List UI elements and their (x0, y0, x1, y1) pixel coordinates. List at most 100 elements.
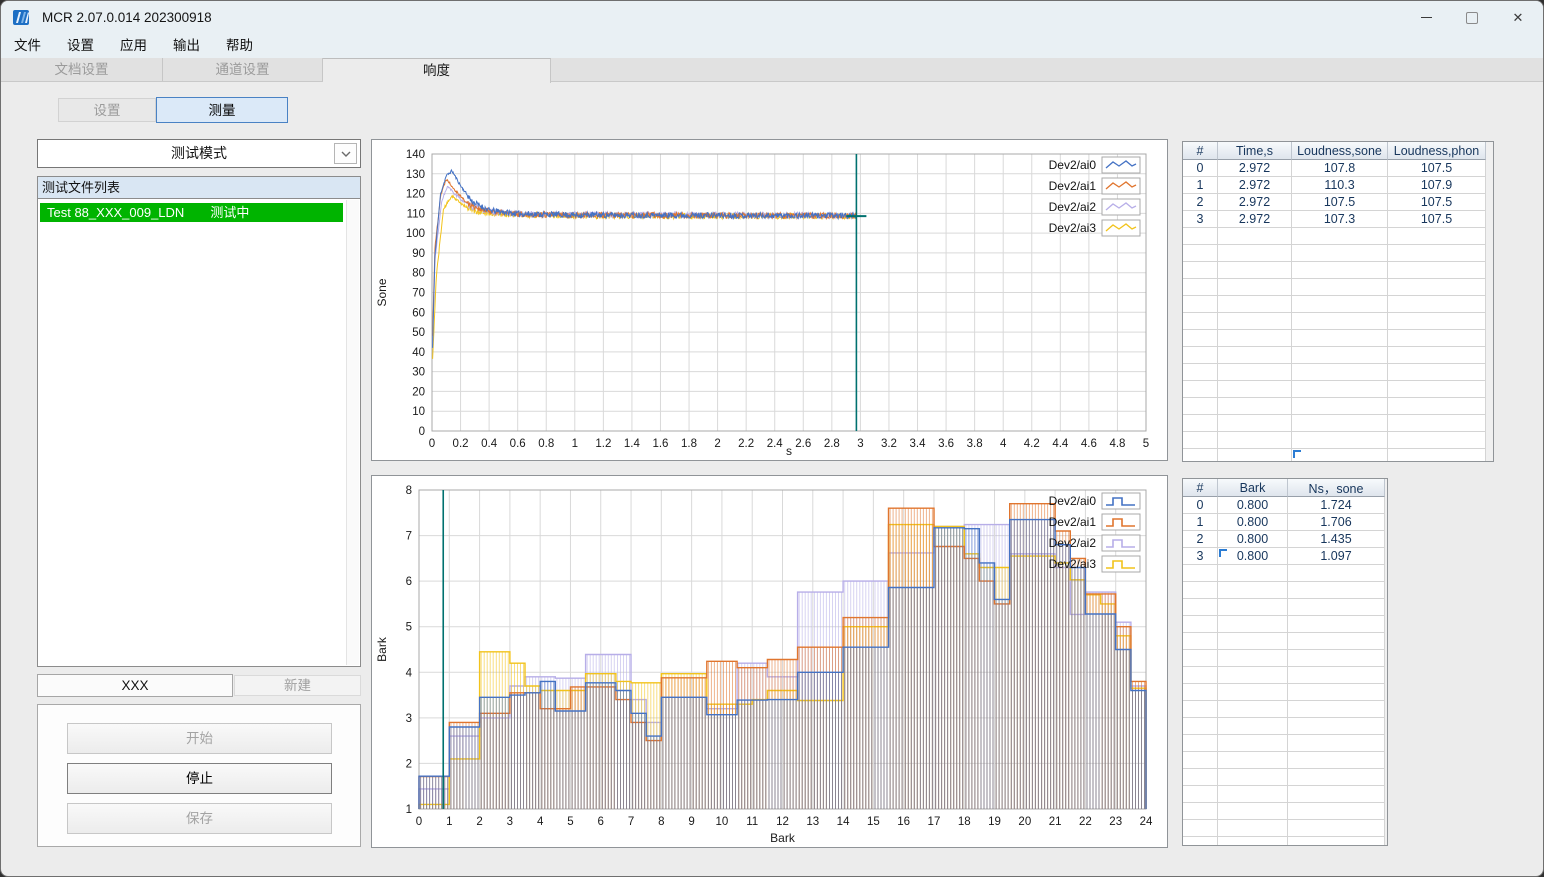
table-cell[interactable] (1183, 228, 1218, 245)
table-cell[interactable] (1218, 616, 1288, 633)
table-cell[interactable] (1218, 667, 1288, 684)
table-cell[interactable] (1183, 415, 1218, 432)
table-cell[interactable] (1388, 330, 1486, 347)
table-cell[interactable] (1183, 820, 1218, 837)
table-cell[interactable]: 1.706 (1288, 514, 1385, 531)
table-cell[interactable] (1388, 449, 1486, 461)
table-cell[interactable] (1388, 296, 1486, 313)
table-cell[interactable] (1218, 735, 1288, 752)
table-cell[interactable] (1218, 582, 1288, 599)
list-item[interactable]: Test 88_XXX_009_LDN 测试中 (40, 203, 343, 222)
table-cell[interactable] (1218, 837, 1288, 845)
table-cell[interactable] (1218, 279, 1292, 296)
table-cell[interactable]: 107.5 (1388, 211, 1486, 228)
table-cell[interactable] (1183, 449, 1218, 461)
table-cell[interactable] (1218, 347, 1292, 364)
maximize-button[interactable] (1449, 1, 1495, 34)
table-cell[interactable] (1218, 718, 1288, 735)
table-cell[interactable] (1388, 279, 1486, 296)
table-cell[interactable] (1292, 245, 1388, 262)
table-cell[interactable] (1183, 432, 1218, 449)
table-cell[interactable] (1292, 432, 1388, 449)
table-cell[interactable]: 0.800 (1218, 514, 1288, 531)
table-cell[interactable] (1218, 330, 1292, 347)
table-cell[interactable] (1288, 599, 1385, 616)
table-cell[interactable] (1218, 398, 1292, 415)
table-cell[interactable] (1292, 347, 1388, 364)
table-cell[interactable] (1388, 398, 1486, 415)
table-cell[interactable]: 1 (1183, 514, 1218, 531)
table-cell[interactable] (1183, 330, 1218, 347)
table-cell[interactable] (1288, 718, 1385, 735)
table-cell[interactable] (1292, 330, 1388, 347)
table-cell[interactable]: 0 (1183, 497, 1218, 514)
table-cell[interactable] (1218, 313, 1292, 330)
menu-item[interactable]: 输出 (160, 34, 213, 58)
table-cell[interactable]: 107.5 (1388, 160, 1486, 177)
table-cell[interactable] (1218, 381, 1292, 398)
table-cell[interactable] (1292, 449, 1388, 461)
table-cell[interactable] (1292, 228, 1388, 245)
table-cell[interactable]: 0.800 (1218, 531, 1288, 548)
table-cell[interactable]: 2.972 (1218, 177, 1292, 194)
table-cell[interactable] (1388, 228, 1486, 245)
table-cell[interactable] (1218, 228, 1292, 245)
table-cell[interactable] (1183, 735, 1218, 752)
menu-item[interactable]: 应用 (107, 34, 160, 58)
table-cell[interactable] (1388, 262, 1486, 279)
table-cell[interactable] (1388, 381, 1486, 398)
table-cell[interactable]: 107.8 (1292, 160, 1388, 177)
table-cell[interactable] (1218, 245, 1292, 262)
table-cell[interactable] (1183, 381, 1218, 398)
table-cell[interactable]: 2.972 (1218, 160, 1292, 177)
table-cell[interactable] (1183, 262, 1218, 279)
table-cell[interactable] (1218, 684, 1288, 701)
table-cell[interactable] (1218, 769, 1288, 786)
table-cell[interactable] (1183, 565, 1218, 582)
table-cell[interactable] (1183, 599, 1218, 616)
close-button[interactable]: ✕ (1495, 1, 1541, 34)
table-cell[interactable] (1288, 650, 1385, 667)
table-cell[interactable]: 2.972 (1218, 194, 1292, 211)
table-cell[interactable] (1183, 347, 1218, 364)
table-cell[interactable] (1388, 364, 1486, 381)
table-cell[interactable] (1183, 398, 1218, 415)
table-cell[interactable]: 107.9 (1388, 177, 1486, 194)
table-cell[interactable] (1183, 803, 1218, 820)
table-cell[interactable] (1218, 364, 1292, 381)
table-cell[interactable] (1218, 752, 1288, 769)
table-cell[interactable] (1183, 684, 1218, 701)
table-cell[interactable] (1292, 262, 1388, 279)
table-cell[interactable] (1183, 313, 1218, 330)
table-cell[interactable] (1388, 432, 1486, 449)
table-cell[interactable] (1183, 718, 1218, 735)
table-cell[interactable] (1292, 313, 1388, 330)
table-cell[interactable] (1183, 701, 1218, 718)
table-cell[interactable] (1288, 820, 1385, 837)
table-cell[interactable]: 1.724 (1288, 497, 1385, 514)
test-mode-select[interactable]: 测试模式 (37, 139, 361, 168)
table-cell[interactable] (1288, 633, 1385, 650)
table-cell[interactable] (1388, 313, 1486, 330)
table-cell[interactable] (1288, 616, 1385, 633)
tab-active[interactable]: 响度 (323, 58, 551, 83)
table-cell[interactable] (1388, 415, 1486, 432)
minimize-button[interactable] (1403, 1, 1449, 34)
table-cell[interactable] (1218, 415, 1292, 432)
table-cell[interactable] (1183, 296, 1218, 313)
table-cell[interactable] (1288, 803, 1385, 820)
table-cell[interactable] (1183, 616, 1218, 633)
menu-item[interactable]: 文件 (1, 34, 54, 58)
table-cell[interactable]: 0.800 (1218, 497, 1288, 514)
table-cell[interactable] (1218, 650, 1288, 667)
list-scrollbar[interactable] (346, 200, 359, 665)
table-cell[interactable] (1288, 769, 1385, 786)
table-cell[interactable] (1183, 245, 1218, 262)
table-cell[interactable] (1183, 837, 1218, 845)
table-cell[interactable] (1292, 364, 1388, 381)
table-cell[interactable] (1218, 786, 1288, 803)
table-cell[interactable]: 107.5 (1388, 194, 1486, 211)
table-cell[interactable] (1218, 449, 1292, 461)
table-cell[interactable] (1218, 701, 1288, 718)
table-cell[interactable] (1218, 296, 1292, 313)
